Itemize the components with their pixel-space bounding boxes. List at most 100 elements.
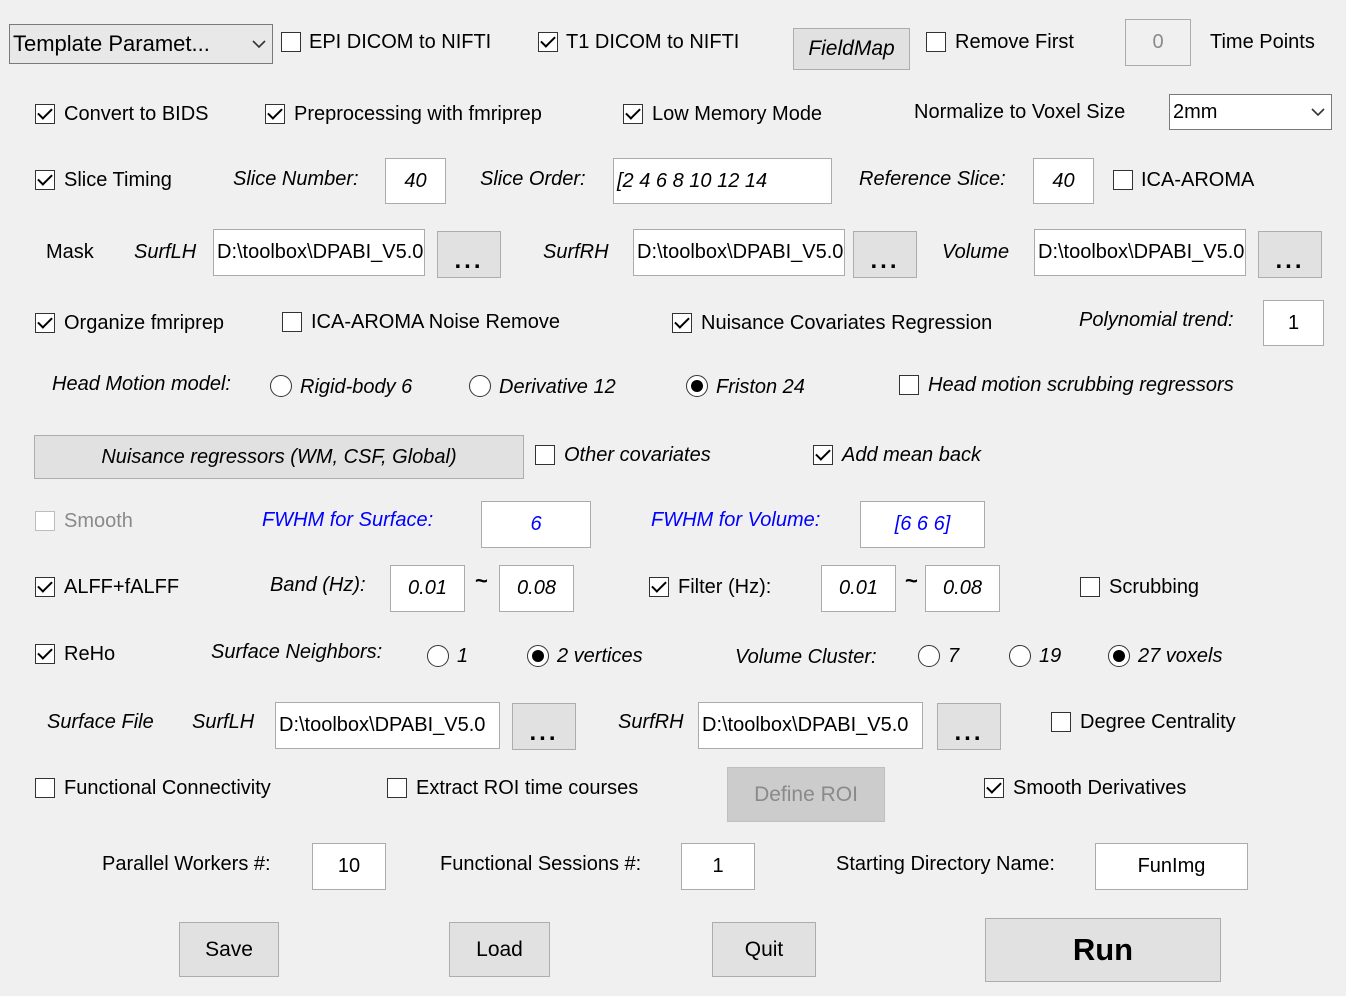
reference-slice-input[interactable]: 40 [1033, 158, 1094, 204]
mask-surflh-label: SurfLH [134, 241, 197, 263]
fwhm-surface-input[interactable]: 6 [481, 501, 591, 548]
fmriprep-label: Preprocessing with fmriprep [294, 103, 542, 125]
mask-volume-label: Volume [942, 241, 1010, 263]
smooth-derivatives-checkbox[interactable] [984, 778, 1004, 798]
nuisance-regression-checkbox[interactable] [672, 313, 692, 333]
neighbors-1-radio[interactable] [427, 645, 449, 667]
run-button[interactable]: Run [985, 918, 1221, 982]
slice-number-input[interactable]: 40 [385, 158, 446, 204]
starting-directory-input[interactable]: FunImg [1095, 843, 1248, 890]
chevron-down-icon [246, 25, 272, 63]
nuisance-regressors-button[interactable]: Nuisance regressors (WM, CSF, Global) [34, 435, 524, 479]
surface-surfrh-browse-button[interactable]: ... [937, 703, 1001, 750]
band-low-input[interactable]: 0.01 [390, 565, 465, 612]
degree-centrality-checkbox[interactable] [1051, 712, 1071, 732]
surface-surfrh-input[interactable]: D:\toolbox\DPABI_V5.0 [698, 702, 923, 749]
ica-aroma-checkbox[interactable] [1113, 170, 1133, 190]
mask-label: Mask [46, 241, 94, 263]
smooth-checkbox[interactable] [35, 511, 55, 531]
mask-surflh-input[interactable]: D:\toolbox\DPABI_V5.0 [213, 229, 425, 276]
parallel-workers-input[interactable]: 10 [312, 843, 386, 890]
slice-order-input[interactable]: [2 4 6 8 10 12 14 [613, 158, 832, 204]
voxel-size-select[interactable]: 2mm [1169, 94, 1332, 130]
low-memory-label: Low Memory Mode [652, 103, 823, 125]
surface-surflh-browse-button[interactable]: ... [512, 703, 576, 750]
reho-checkbox[interactable] [35, 644, 55, 664]
mask-surfrh-label: SurfRH [543, 241, 609, 263]
surface-neighbors-label: Surface Neighbors: [211, 641, 383, 663]
low-memory-checkbox[interactable] [623, 104, 643, 124]
rigid-body-radio[interactable] [270, 375, 292, 397]
rigid-body-label: Rigid-body 6 [300, 376, 413, 398]
mask-surfrh-browse-button[interactable]: ... [853, 231, 917, 278]
cluster-27-radio[interactable] [1108, 645, 1130, 667]
degree-centrality-label: Degree Centrality [1080, 711, 1236, 733]
neighbors-1-label: 1 [457, 645, 469, 667]
normalize-voxel-label: Normalize to Voxel Size [914, 101, 1126, 123]
organize-fmriprep-checkbox[interactable] [35, 313, 55, 333]
fwhm-volume-input[interactable]: [6 6 6] [860, 501, 985, 548]
band-high-input[interactable]: 0.08 [499, 565, 574, 612]
filter-checkbox[interactable] [649, 577, 669, 597]
mask-volume-browse-button[interactable]: ... [1258, 231, 1322, 278]
cluster-7-radio[interactable] [918, 645, 940, 667]
extract-roi-checkbox[interactable] [387, 778, 407, 798]
mask-surfrh-input[interactable]: D:\toolbox\DPABI_V5.0 [633, 229, 845, 276]
chevron-down-icon [1305, 95, 1331, 129]
surface-surflh-label: SurfLH [192, 711, 255, 733]
surface-surfrh-label: SurfRH [618, 711, 684, 733]
filter-low-input[interactable]: 0.01 [821, 565, 896, 612]
t1-dicom-checkbox[interactable] [538, 32, 558, 52]
functional-connectivity-checkbox[interactable] [35, 778, 55, 798]
quit-button[interactable]: Quit [712, 922, 816, 977]
save-button[interactable]: Save [179, 922, 279, 977]
cluster-19-label: 19 [1039, 645, 1062, 667]
remove-first-checkbox[interactable] [926, 32, 946, 52]
derivative-12-label: Derivative 12 [499, 376, 616, 398]
parallel-workers-label: Parallel Workers #: [102, 853, 271, 875]
fieldmap-button[interactable]: FieldMap [793, 28, 910, 70]
starting-directory-label: Starting Directory Name: [836, 853, 1055, 875]
extract-roi-label: Extract ROI time courses [416, 777, 639, 799]
filter-tilde: ~ [905, 568, 918, 593]
reho-label: ReHo [64, 643, 116, 665]
head-motion-model-label: Head Motion model: [52, 373, 231, 395]
functional-sessions-input[interactable]: 1 [681, 843, 755, 890]
other-covariates-label: Other covariates [564, 444, 711, 466]
remove-first-input[interactable]: 0 [1125, 19, 1191, 66]
scrubbing-checkbox[interactable] [1080, 577, 1100, 597]
neighbors-2-label: 2 vertices [557, 645, 643, 667]
cluster-19-radio[interactable] [1009, 645, 1031, 667]
derivative-12-radio[interactable] [469, 375, 491, 397]
smooth-label: Smooth [64, 510, 133, 532]
cluster-7-label: 7 [948, 645, 960, 667]
friston-24-radio[interactable] [686, 375, 708, 397]
slice-timing-checkbox[interactable] [35, 170, 55, 190]
scrubbing-label: Scrubbing [1109, 576, 1200, 598]
alff-checkbox[interactable] [35, 577, 55, 597]
load-button[interactable]: Load [449, 922, 550, 977]
time-points-label: Time Points [1210, 31, 1315, 53]
add-mean-back-checkbox[interactable] [813, 445, 833, 465]
mask-volume-input[interactable]: D:\toolbox\DPABI_V5.0 [1034, 229, 1246, 276]
mask-surflh-browse-button[interactable]: ... [437, 231, 501, 278]
define-roi-button[interactable]: Define ROI [727, 767, 885, 822]
filter-high-input[interactable]: 0.08 [925, 565, 1000, 612]
polynomial-trend-input[interactable]: 1 [1263, 300, 1324, 346]
scrubbing-regressors-label: Head motion scrubbing regressors [928, 374, 1234, 396]
template-parameters-select[interactable]: Template Paramet... [9, 24, 273, 64]
scrubbing-regressors-checkbox[interactable] [899, 375, 919, 395]
alff-label: ALFF+fALFF [64, 576, 180, 598]
convert-bids-checkbox[interactable] [35, 104, 55, 124]
ica-noise-checkbox[interactable] [282, 312, 302, 332]
template-parameters-value: Template Paramet... [13, 31, 210, 56]
slice-order-label: Slice Order: [480, 168, 586, 190]
surface-surflh-input[interactable]: D:\toolbox\DPABI_V5.0 [275, 702, 500, 749]
neighbors-2-radio[interactable] [527, 645, 549, 667]
functional-sessions-label: Functional Sessions #: [440, 853, 642, 875]
epi-dicom-checkbox[interactable] [281, 32, 301, 52]
reference-slice-label: Reference Slice: [859, 168, 1006, 190]
fmriprep-checkbox[interactable] [265, 104, 285, 124]
other-covariates-checkbox[interactable] [535, 445, 555, 465]
volume-cluster-label: Volume Cluster: [735, 646, 877, 668]
